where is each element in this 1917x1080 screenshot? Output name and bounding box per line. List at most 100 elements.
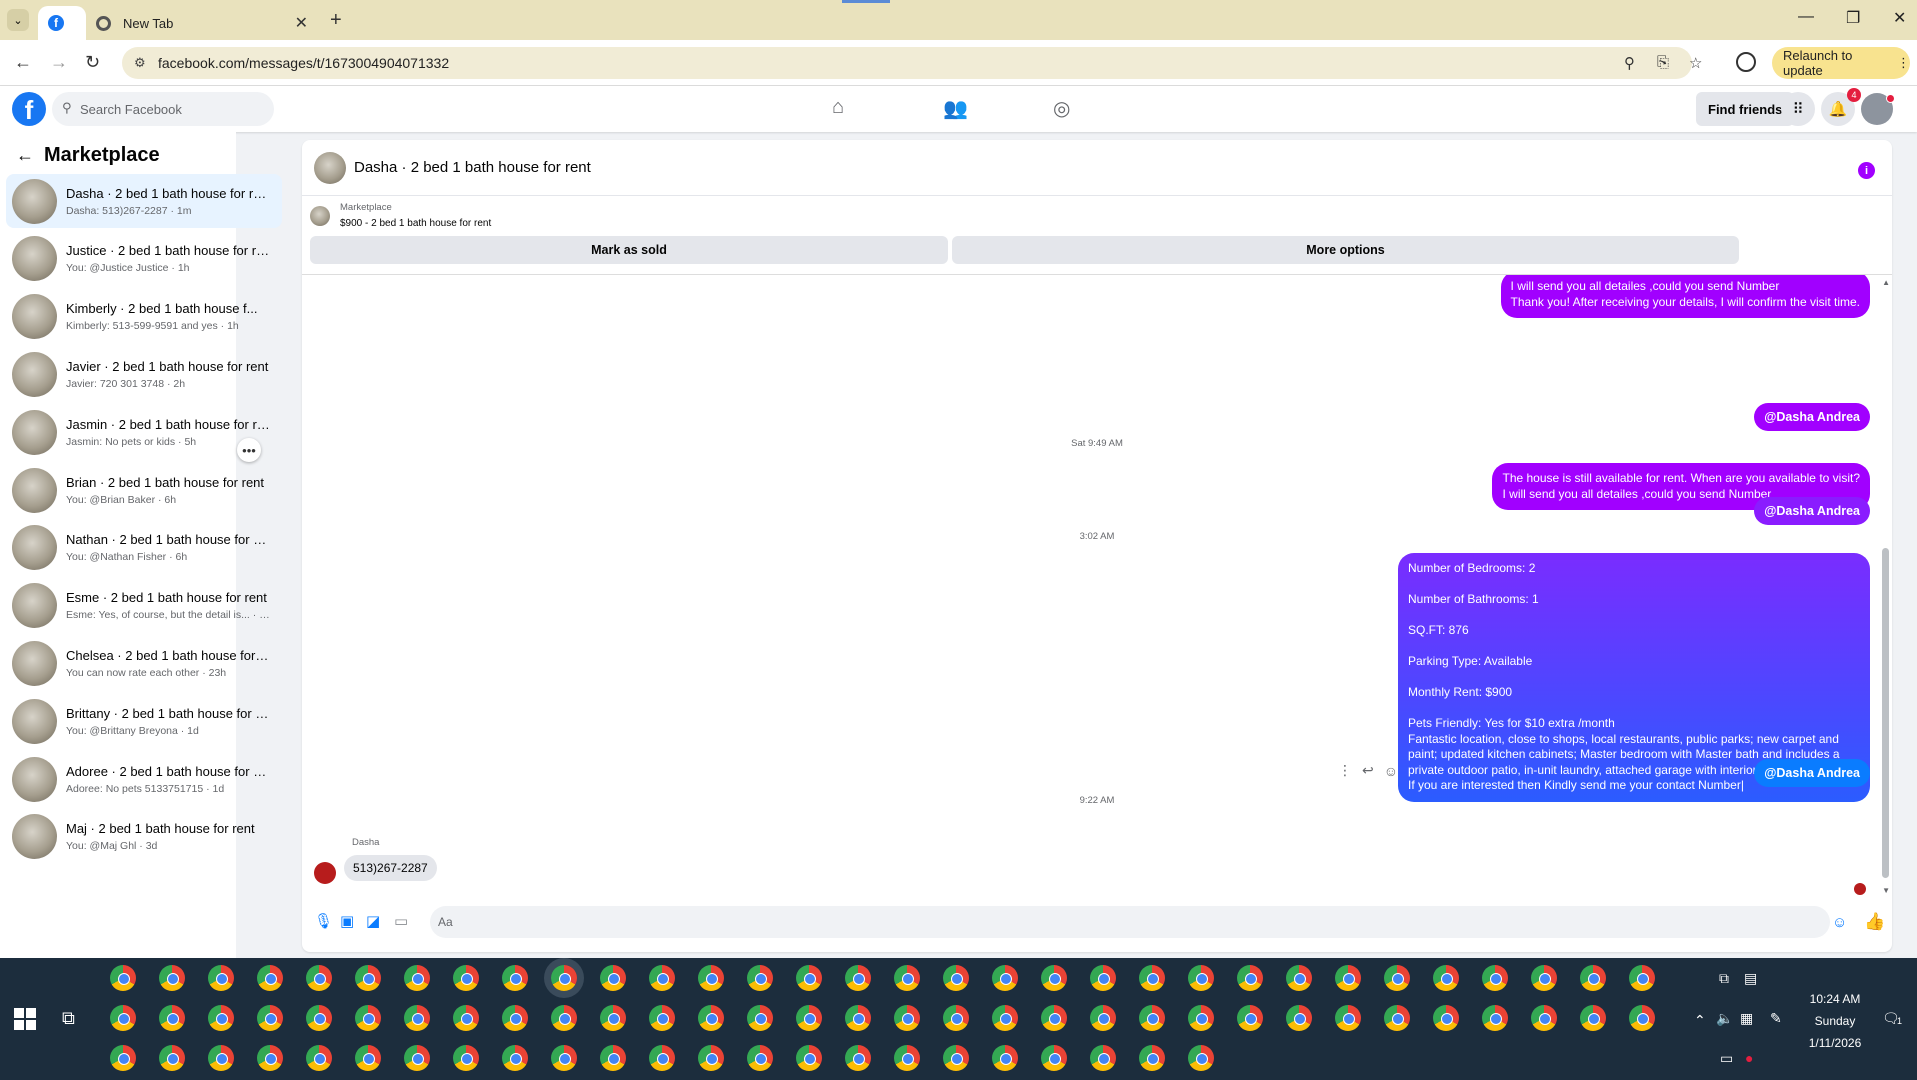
chrome-taskbar-icon[interactable] (306, 1045, 332, 1071)
chrome-taskbar-icon[interactable] (649, 1005, 675, 1031)
chrome-taskbar-icon[interactable] (1286, 965, 1312, 991)
chrome-taskbar-icon[interactable] (1629, 1005, 1655, 1031)
chrome-taskbar-icon[interactable] (894, 1005, 920, 1031)
address-bar[interactable]: ⚙ facebook.com/messages/t/16730049040713… (122, 47, 1692, 79)
chrome-taskbar-icon[interactable] (992, 965, 1018, 991)
restore-icon[interactable]: ❐ (1846, 8, 1860, 28)
chrome-taskbar-icon[interactable] (1580, 965, 1606, 991)
conversation-item[interactable]: Justice · 2 bed 1 bath house for rent You… (6, 232, 282, 286)
chrome-taskbar-icon[interactable] (1482, 965, 1508, 991)
chrome-taskbar-icon[interactable] (1188, 965, 1214, 991)
network-icon[interactable]: ▦ (1740, 1010, 1753, 1027)
close-tab-icon[interactable]: ✕ (295, 13, 308, 33)
chrome-taskbar-icon[interactable] (1384, 965, 1410, 991)
chrome-taskbar-icon[interactable] (257, 1005, 283, 1031)
chrome-taskbar-icon[interactable] (698, 965, 724, 991)
tab-search-button[interactable]: ⌄ (7, 9, 29, 31)
chrome-taskbar-icon[interactable] (551, 965, 577, 991)
conversation-item[interactable]: Javier · 2 bed 1 bath house for rent Javi… (6, 347, 282, 401)
chrome-taskbar-icon[interactable] (404, 1045, 430, 1071)
chrome-taskbar-icon[interactable] (600, 965, 626, 991)
reply-icon[interactable]: ↩ (1362, 762, 1374, 779)
more-options-button[interactable]: More options (952, 236, 1739, 264)
chrome-taskbar-icon[interactable] (894, 965, 920, 991)
chrome-taskbar-icon[interactable] (208, 1005, 234, 1031)
chrome-taskbar-icon[interactable] (1188, 1045, 1214, 1071)
chrome-taskbar-icon[interactable] (404, 965, 430, 991)
chrome-taskbar-icon[interactable] (943, 965, 969, 991)
mention-chip[interactable]: @Dasha Andrea (1754, 403, 1870, 431)
back-icon[interactable]: ← (14, 52, 32, 73)
outgoing-message[interactable]: I will send you all detailes ,could you … (1500, 275, 1870, 318)
chrome-taskbar-icon[interactable] (1041, 965, 1067, 991)
more-options-icon[interactable]: ••• (237, 438, 261, 462)
chrome-taskbar-icon[interactable] (600, 1005, 626, 1031)
chrome-taskbar-icon[interactable] (747, 1005, 773, 1031)
mark-as-sold-button[interactable]: Mark as sold (310, 236, 948, 264)
forward-icon[interactable]: → (50, 52, 68, 73)
chrome-taskbar-icon[interactable] (1335, 1005, 1361, 1031)
chrome-taskbar-icon[interactable] (992, 1045, 1018, 1071)
chrome-taskbar-icon[interactable] (894, 1045, 920, 1071)
chrome-taskbar-icon[interactable] (1286, 1005, 1312, 1031)
chrome-taskbar-icon[interactable] (845, 965, 871, 991)
chrome-taskbar-icon[interactable] (698, 1005, 724, 1031)
chrome-taskbar-icon[interactable] (355, 1005, 381, 1031)
chrome-taskbar-icon[interactable] (747, 1045, 773, 1071)
profile-circle-icon[interactable]: ◎ (1053, 96, 1070, 121)
chrome-taskbar-icon[interactable] (208, 965, 234, 991)
chrome-taskbar-icon[interactable] (1531, 965, 1557, 991)
sender-avatar[interactable] (314, 862, 336, 884)
chrome-taskbar-icon[interactable] (1482, 1005, 1508, 1031)
chrome-taskbar-icon[interactable] (1188, 1005, 1214, 1031)
new-tab-button[interactable]: + (330, 9, 342, 32)
scroll-down-icon[interactable]: ▼ (1882, 886, 1890, 895)
facebook-logo-icon[interactable]: f (12, 92, 46, 126)
chrome-taskbar-icon[interactable] (355, 965, 381, 991)
record-icon[interactable]: ● (1745, 1050, 1753, 1066)
chrome-taskbar-icon[interactable] (1139, 1045, 1165, 1071)
photo-icon[interactable]: ▣ (340, 912, 354, 930)
chrome-taskbar-icon[interactable] (1433, 965, 1459, 991)
chrome-taskbar-icon[interactable] (943, 1005, 969, 1031)
chrome-taskbar-icon[interactable] (1531, 1005, 1557, 1031)
conversation-item[interactable]: Maj · 2 bed 1 bath house for rent You: @M… (6, 810, 282, 864)
conversation-item[interactable]: Brian · 2 bed 1 bath house for rent You: … (6, 463, 282, 517)
chrome-taskbar-icon[interactable] (1090, 1045, 1116, 1071)
chrome-taskbar-icon[interactable] (551, 1045, 577, 1071)
profile-icon[interactable] (1736, 52, 1756, 72)
incoming-message[interactable]: 513)267-2287 (344, 855, 437, 881)
chrome-taskbar-icon[interactable] (110, 965, 136, 991)
chrome-taskbar-icon[interactable] (502, 1005, 528, 1031)
chrome-taskbar-icon[interactable] (796, 1045, 822, 1071)
chrome-taskbar-icon[interactable] (306, 1005, 332, 1031)
sticker-icon[interactable]: ◪ (366, 912, 380, 930)
close-window-icon[interactable]: ✕ (1893, 8, 1906, 28)
chrome-taskbar-icon[interactable] (649, 1045, 675, 1071)
chrome-taskbar-icon[interactable] (1090, 965, 1116, 991)
bookmark-star-icon[interactable]: ☆ (1689, 54, 1702, 72)
chrome-taskbar-icon[interactable] (110, 1005, 136, 1031)
volume-icon[interactable]: 🔈 (1716, 1010, 1733, 1027)
chrome-taskbar-icon[interactable] (796, 965, 822, 991)
back-arrow-icon[interactable]: ← (16, 145, 34, 166)
chrome-taskbar-icon[interactable] (257, 1045, 283, 1071)
scroll-up-icon[interactable]: ▲ (1882, 278, 1890, 287)
chrome-taskbar-icon[interactable] (1139, 965, 1165, 991)
chrome-taskbar-icon[interactable] (1041, 1005, 1067, 1031)
chrome-taskbar-icon[interactable] (453, 1045, 479, 1071)
conversation-item[interactable]: Esme · 2 bed 1 bath house for rent Esme: … (6, 579, 282, 633)
relaunch-button[interactable]: Relaunch to update ⋮ (1772, 47, 1910, 79)
mention-chip[interactable]: @Dasha Andrea (1754, 759, 1870, 787)
zoom-icon[interactable]: ⚲ (1624, 54, 1635, 72)
menu-grid-icon[interactable]: ⠿ (1781, 92, 1815, 126)
chrome-taskbar-icon[interactable] (1041, 1045, 1067, 1071)
chrome-taskbar-icon[interactable] (698, 1045, 724, 1071)
chrome-taskbar-icon[interactable] (502, 1045, 528, 1071)
chrome-taskbar-icon[interactable] (1433, 1005, 1459, 1031)
chrome-taskbar-icon[interactable] (306, 965, 332, 991)
chat-title[interactable]: Dasha · 2 bed 1 bath house for rent (354, 159, 591, 176)
chrome-taskbar-icon[interactable] (1237, 1005, 1263, 1031)
mention-chip[interactable]: @Dasha Andrea (1754, 497, 1870, 525)
chrome-taskbar-icon[interactable] (845, 1045, 871, 1071)
